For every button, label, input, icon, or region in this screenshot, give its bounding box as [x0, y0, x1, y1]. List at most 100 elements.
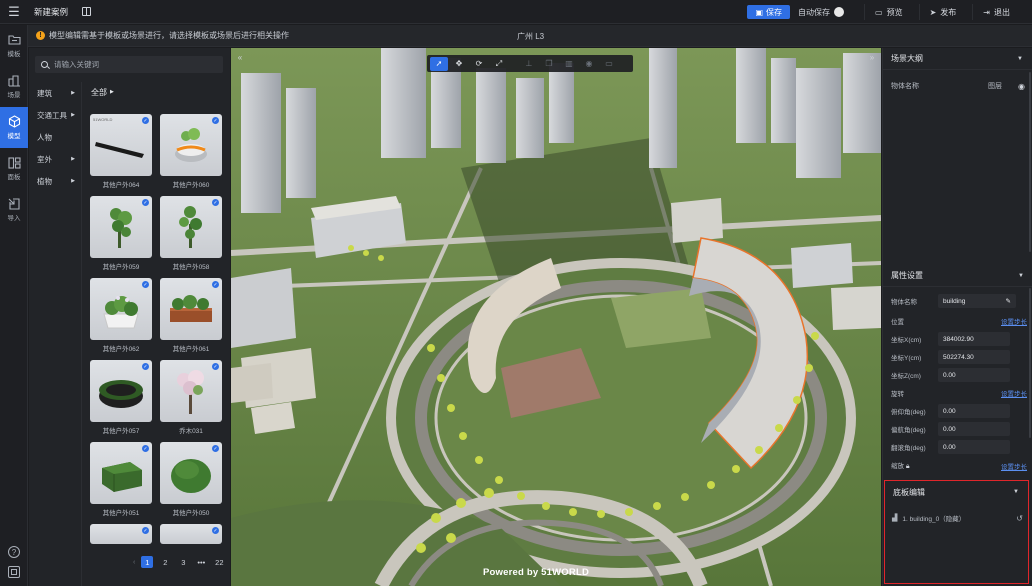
page-3[interactable]: 3: [177, 556, 189, 568]
model-card[interactable]: ✓: [90, 524, 152, 586]
model-card[interactable]: ✓ 其他户外059: [90, 196, 152, 278]
page-last[interactable]: 22: [213, 556, 225, 568]
grid-title: 全部: [91, 87, 107, 97]
model-label: 其他户外057: [102, 428, 140, 435]
page-ellipsis[interactable]: •••: [195, 556, 207, 568]
rotate-icon[interactable]: ⟳: [470, 57, 488, 71]
exit-icon: ⇥: [983, 7, 990, 17]
scale-step-link[interactable]: 设置步长: [1001, 461, 1027, 471]
publish-button[interactable]: ➤ 发布: [918, 4, 967, 20]
model-thumbnail: ✓: [160, 278, 222, 340]
search-box[interactable]: [35, 56, 223, 73]
model-card[interactable]: ✓ 乔木031: [160, 360, 222, 442]
z-field[interactable]: 0.00: [938, 368, 1010, 382]
hide-icon[interactable]: ◉: [580, 57, 598, 71]
minimize-icon[interactable]: [8, 566, 20, 578]
lock-icon[interactable]: ▭: [600, 57, 618, 71]
collapse-left-icon[interactable]: «: [235, 52, 245, 62]
model-card[interactable]: ✓ 其他户外057: [90, 360, 152, 442]
rail-bottom: ?: [0, 546, 28, 578]
rail-item-scene[interactable]: 场景: [0, 66, 28, 107]
search-input[interactable]: [54, 60, 214, 69]
panel-icon: [7, 156, 21, 169]
scale-label: 缩放 🔒︎: [891, 460, 938, 471]
autosave-label: 自动保存: [798, 7, 831, 17]
prev-page-button[interactable]: ‹: [133, 559, 135, 566]
y-field[interactable]: 502274.30: [938, 350, 1010, 364]
grid-filter[interactable]: 全部 ▶: [83, 82, 230, 102]
category-label: 室外: [37, 154, 52, 164]
object-name-label: 物体名称: [891, 299, 917, 306]
transform-toolbar: ➚ ✥ ⟳ ⤢ ⊥ ❐ ▥ ◉ ▭: [427, 55, 633, 72]
category-vehicle[interactable]: 交通工具 ▶: [29, 104, 81, 126]
x-field[interactable]: 384002.90: [938, 332, 1010, 346]
scrollbar[interactable]: [1029, 72, 1031, 252]
model-grid: 51WORLD ✓ 其他户外064 ✓ 其他户外060 ✓ 其他户外059 ✓ …: [90, 114, 223, 586]
model-card[interactable]: ✓ 其他户外060: [160, 114, 222, 196]
roll-field[interactable]: 0.00: [938, 440, 1010, 454]
scene-viewport[interactable]: « » ➚ ✥ ⟳ ⤢ ⊥ ❐ ▥ ◉ ▭ Powered by 51WORLD: [231, 48, 881, 586]
save-button[interactable]: ▣ 保存: [747, 5, 791, 19]
monitor-icon: ▭: [875, 7, 883, 17]
object-name-value: building: [943, 297, 966, 305]
floor-header[interactable]: 底板编辑 ▼: [885, 481, 1028, 503]
page-2[interactable]: 2: [159, 556, 171, 568]
check-icon: ✓: [212, 117, 219, 124]
rail-item-model[interactable]: 模型: [0, 107, 28, 148]
autosave-toggle[interactable]: 自动保存: [798, 7, 845, 18]
move-icon[interactable]: ✥: [450, 57, 468, 71]
outline-header[interactable]: 场景大纲 ▼: [883, 48, 1032, 70]
yaw-field[interactable]: 0.00: [938, 422, 1010, 436]
props-header[interactable]: 属性设置 ▼: [883, 265, 1032, 287]
model-thumbnail: ✓: [90, 524, 152, 544]
model-card[interactable]: ✓ 其他户外061: [160, 278, 222, 360]
yaw-row: 偏航角(deg) 0.00: [891, 422, 1027, 436]
brand-logo: 51WORLD: [93, 117, 113, 122]
category-outdoor[interactable]: 室外 ▶: [29, 148, 81, 170]
eye-icon[interactable]: ◉: [1018, 82, 1025, 91]
rail-label: 场景: [7, 91, 21, 99]
model-card[interactable]: ✓: [160, 524, 222, 586]
layout-icon[interactable]: [82, 7, 92, 16]
rotation-step-link[interactable]: 设置步长: [1001, 388, 1027, 398]
preview-button[interactable]: ▭ 预览: [864, 4, 913, 20]
rail-item-template[interactable]: 模板: [0, 25, 28, 66]
model-card[interactable]: ✓ 其他户外050: [160, 442, 222, 524]
yaw-label: 偏航角(deg): [891, 427, 926, 434]
pitch-field[interactable]: 0.00: [938, 404, 1010, 418]
check-icon: ✓: [142, 445, 149, 452]
rail-item-panel[interactable]: 面板: [0, 148, 28, 189]
lock-icon[interactable]: 🔒︎: [906, 463, 910, 470]
edit-icon[interactable]: ✎: [1006, 297, 1011, 305]
help-icon[interactable]: ?: [8, 546, 20, 558]
copy-icon[interactable]: ❐: [540, 57, 558, 71]
position-step-link[interactable]: 设置步长: [1001, 316, 1027, 326]
ground-icon[interactable]: ⊥: [520, 57, 538, 71]
rail-item-import[interactable]: 导入: [0, 189, 28, 230]
toggle-knob[interactable]: [834, 7, 845, 17]
project-title: 新建案例: [34, 6, 69, 17]
scrollbar[interactable]: [1029, 288, 1031, 438]
model-card[interactable]: ✓ 其他户外062: [90, 278, 152, 360]
undo-icon[interactable]: ↺: [1016, 514, 1023, 523]
menu-icon[interactable]: ☰: [0, 0, 28, 24]
preview-label: 预览: [886, 7, 903, 17]
collapse-right-icon[interactable]: »: [867, 52, 877, 62]
object-name-field[interactable]: building ✎: [938, 294, 1016, 308]
delete-icon[interactable]: ▥: [560, 57, 578, 71]
category-people[interactable]: 人物: [29, 126, 81, 148]
right-panel: 场景大纲 ▼ 物体名称 图层 ◉ 属性设置 ▼ 物体名称 building ✎ …: [882, 48, 1032, 586]
model-card[interactable]: ✓ 其他户外051: [90, 442, 152, 524]
floor-list-item[interactable]: ▟ 1. building_0（隐藏） ↺: [892, 513, 1023, 524]
category-plant[interactable]: 植物 ▶: [29, 170, 81, 192]
exit-button[interactable]: ⇥ 退出: [972, 4, 1020, 20]
category-building[interactable]: 建筑 ▶: [29, 82, 81, 104]
page-1[interactable]: 1: [141, 556, 154, 568]
model-card[interactable]: ✓ 其他户外058: [160, 196, 222, 278]
scale-icon[interactable]: ⤢: [490, 57, 508, 71]
check-icon: ✓: [142, 363, 149, 370]
model-card[interactable]: 51WORLD ✓ 其他户外064: [90, 114, 152, 196]
outline-title: 场景大纲: [891, 54, 923, 63]
model-thumbnail: ✓: [90, 360, 152, 422]
select-icon[interactable]: ➚: [430, 56, 448, 71]
